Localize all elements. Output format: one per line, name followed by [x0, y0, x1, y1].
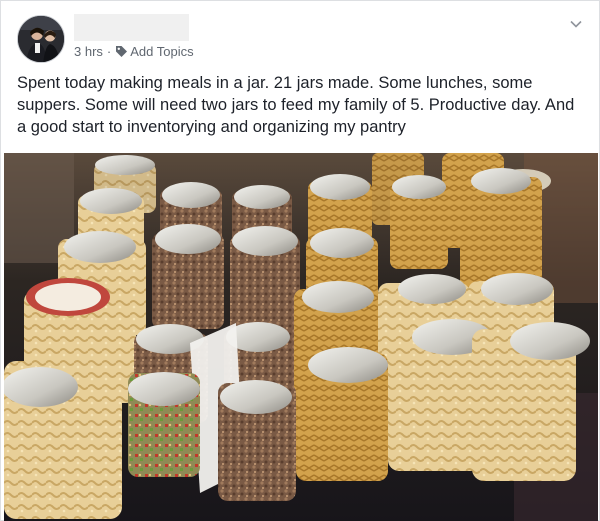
post-meta: 3 hrs · Add Topics — [74, 44, 194, 59]
post-body-text: Spent today making meals in a jar. 21 ja… — [17, 74, 575, 136]
post-photo-jars[interactable] — [4, 153, 598, 521]
avatar[interactable] — [17, 15, 65, 63]
timestamp[interactable]: 3 hrs — [74, 44, 103, 59]
feed-post: 3 hrs · Add Topics Spent today making me… — [0, 0, 600, 521]
add-topics-link[interactable]: Add Topics — [130, 44, 193, 59]
author-name-redacted — [74, 14, 189, 41]
chevron-down-icon[interactable] — [569, 17, 583, 31]
tag-icon[interactable] — [115, 45, 128, 58]
meta-separator: · — [106, 44, 112, 59]
